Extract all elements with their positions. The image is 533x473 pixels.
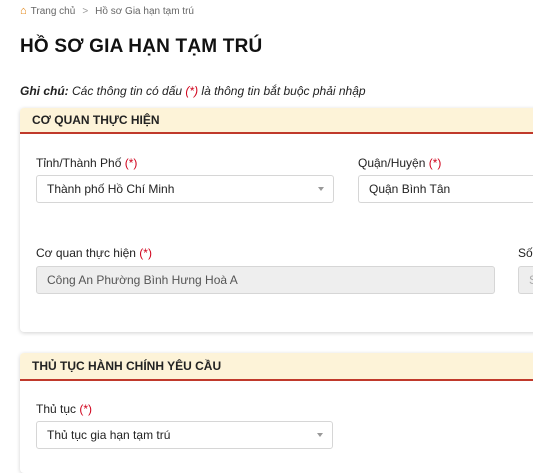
note-text-before: Các thông tin có dấu (68, 84, 186, 98)
required-marker: (*) (185, 84, 199, 98)
chevron-down-icon (318, 187, 324, 191)
extra-field-value: S (529, 273, 533, 287)
procedure-select[interactable]: Thủ tục gia hạn tạm trú (36, 421, 333, 449)
agency-section: CƠ QUAN THỰC HIỆN Tỉnh/Thành Phố (*) Thà… (20, 108, 533, 332)
agency-section-header: CƠ QUAN THỰC HIỆN (20, 108, 533, 134)
district-select-value: Quận Bình Tân (369, 182, 451, 196)
district-label-text: Quận/Huyện (358, 156, 429, 170)
procedure-section: THỦ TỤC HÀNH CHÍNH YÊU CẦU Thủ tục (*) T… (20, 353, 533, 473)
province-required-marker: (*) (124, 156, 138, 170)
province-select[interactable]: Thành phố Hồ Chí Minh (36, 175, 334, 203)
breadcrumb-current: Hồ sơ Gia hạn tạm trú (95, 6, 194, 17)
procedure-label: Thủ tục (*) (36, 402, 92, 416)
province-select-value: Thành phố Hồ Chí Minh (47, 182, 175, 196)
breadcrumb: ⌂ Trang chủ > Hồ sơ Gia hạn tạm trú (20, 6, 194, 18)
agency-input[interactable]: Công An Phường Bình Hưng Hoà A (36, 266, 495, 294)
procedure-label-text: Thủ tục (36, 402, 80, 416)
breadcrumb-separator: > (82, 6, 89, 17)
required-note: Ghi chú: Các thông tin có dấu (*) là thô… (20, 84, 366, 98)
home-icon[interactable]: ⌂ (20, 6, 27, 17)
procedure-required-marker: (*) (79, 402, 93, 416)
chevron-down-icon (317, 433, 323, 437)
procedure-section-header: THỦ TỤC HÀNH CHÍNH YÊU CẦU (20, 353, 533, 381)
note-text-after: là thông tin bắt buộc phải nhập (198, 84, 366, 98)
procedure-select-value: Thủ tục gia hạn tạm trú (47, 428, 171, 442)
breadcrumb-home-link[interactable]: Trang chủ (31, 6, 76, 17)
extra-field-label: Số (518, 246, 533, 260)
extra-field-input[interactable]: S (518, 266, 533, 294)
province-label-text: Tỉnh/Thành Phố (36, 156, 125, 170)
agency-label-text: Cơ quan thực hiện (36, 246, 140, 260)
agency-input-value: Công An Phường Bình Hưng Hoà A (47, 273, 238, 287)
page-title: HỒ SƠ GIA HẠN TẠM TRÚ (20, 36, 263, 57)
district-select[interactable]: Quận Bình Tân (358, 175, 533, 203)
agency-label: Cơ quan thực hiện (*) (36, 246, 152, 260)
note-label: Ghi chú: (20, 84, 69, 98)
agency-required-marker: (*) (139, 246, 152, 260)
district-label: Quận/Huyện (*) (358, 156, 441, 170)
province-label: Tỉnh/Thành Phố (*) (36, 156, 137, 170)
district-required-marker: (*) (428, 156, 442, 170)
